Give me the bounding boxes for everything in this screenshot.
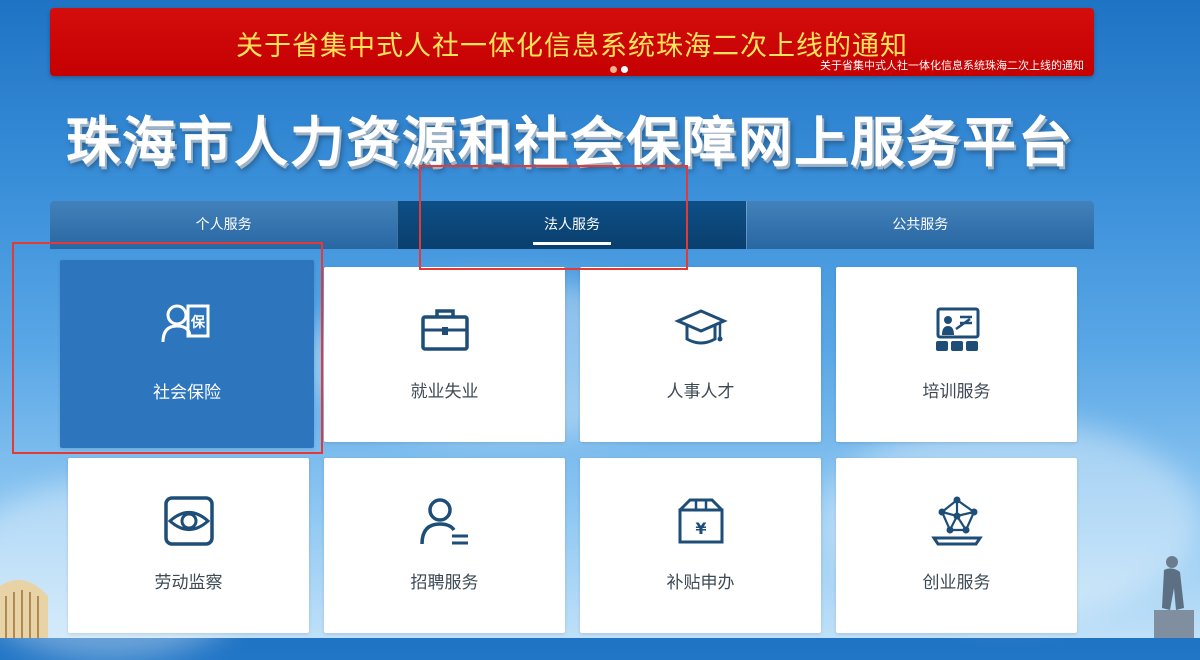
eye-icon <box>163 496 214 546</box>
statue-decoration-icon <box>1154 556 1194 638</box>
service-label: 培训服务 <box>922 382 991 402</box>
network-icon <box>930 496 983 546</box>
service-labor-inspection[interactable]: 劳动监察 <box>68 458 309 633</box>
highlight-box-corporate-tab <box>419 165 688 270</box>
service-recruitment[interactable]: 招聘服务 <box>324 458 565 633</box>
svg-text:¥: ¥ <box>695 519 706 538</box>
service-label: 劳动监察 <box>154 573 223 593</box>
service-subsidy[interactable]: ¥ 补贴申办 <box>580 458 821 633</box>
banner-subtitle[interactable]: 关于省集中式人社一体化信息系统珠海二次上线的通知 <box>820 57 1084 73</box>
briefcase-icon <box>420 309 469 351</box>
service-label: 就业失业 <box>410 382 479 402</box>
service-training[interactable]: 培训服务 <box>836 267 1077 442</box>
training-icon <box>935 307 979 351</box>
service-label: 创业服务 <box>922 573 991 593</box>
highlight-box-social-insurance <box>12 242 323 454</box>
tab-public-service[interactable]: 公共服务 <box>745 201 1094 249</box>
carousel-dots <box>610 66 628 73</box>
carousel-dot-active[interactable] <box>621 66 628 73</box>
service-employment[interactable]: 就业失业 <box>324 267 565 442</box>
graduation-cap-icon <box>673 309 728 345</box>
recruit-icon <box>419 498 468 545</box>
service-personnel-talent[interactable]: 人事人才 <box>580 267 821 442</box>
subsidy-icon: ¥ <box>678 498 723 544</box>
service-label: 人事人才 <box>666 382 735 402</box>
notice-banner[interactable]: 关于省集中式人社一体化信息系统珠海二次上线的通知 关于省集中式人社一体化信息系统… <box>50 8 1094 76</box>
carousel-dot[interactable] <box>610 66 617 73</box>
service-label: 补贴申办 <box>666 573 735 593</box>
service-entrepreneurship[interactable]: 创业服务 <box>836 458 1077 633</box>
building-decoration-icon <box>0 579 48 638</box>
service-label: 招聘服务 <box>410 573 479 593</box>
